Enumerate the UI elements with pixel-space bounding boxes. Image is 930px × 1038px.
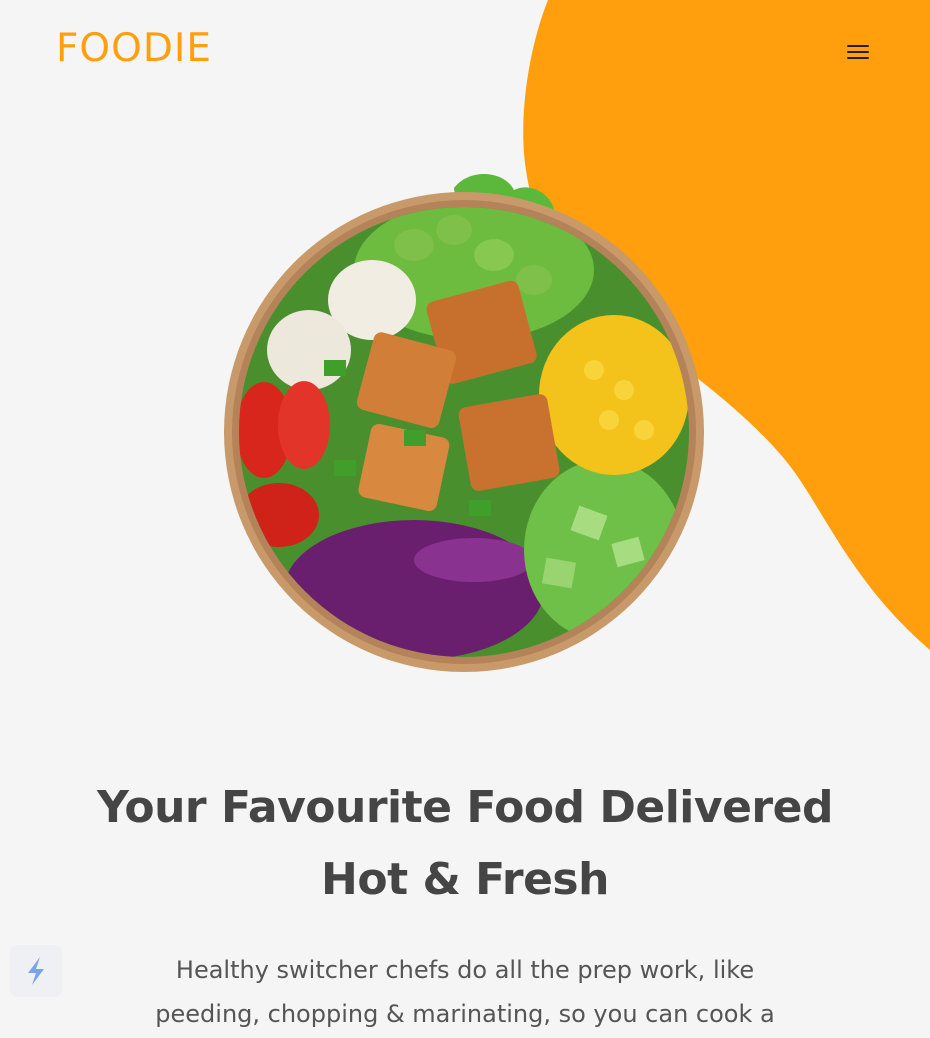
site-header: FOODIE (0, 0, 930, 100)
lightning-bolt-icon (28, 957, 44, 985)
salad-bowl-image (224, 173, 704, 672)
floating-widget-button[interactable] (10, 945, 62, 997)
brand-logo[interactable]: FOODIE (56, 26, 212, 72)
hero-title: Your Favourite Food Delivered Hot & Fres… (40, 772, 890, 916)
hero-title-line2: Hot & Fresh (321, 854, 609, 905)
hero-description: Healthy switcher chefs do all the prep w… (155, 956, 775, 1028)
hamburger-menu-button[interactable] (840, 36, 876, 68)
hero-title-line1: Your Favourite Food Delivered (97, 782, 833, 833)
